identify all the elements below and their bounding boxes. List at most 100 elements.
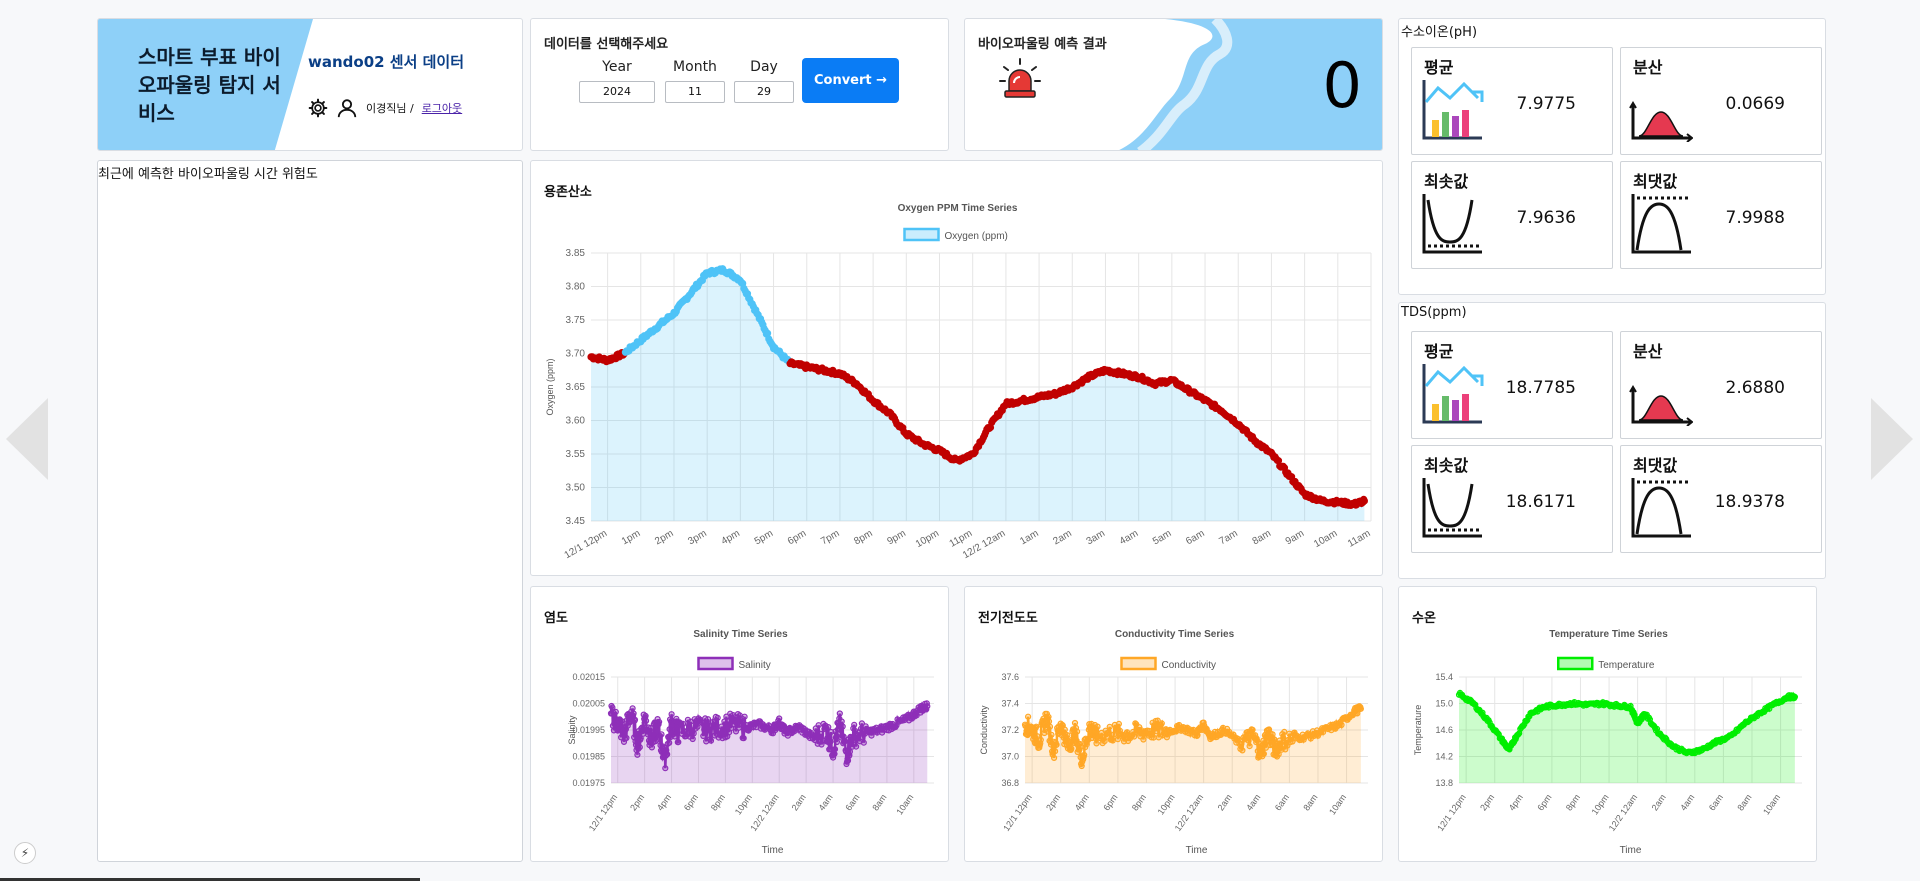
user-name: 이경직님 / <box>366 102 414 115</box>
data-point <box>648 744 656 751</box>
chart-title: Salinity Time Series <box>693 629 788 640</box>
data-point <box>764 329 772 337</box>
logout-link[interactable]: 로그아웃 <box>422 100 462 116</box>
x-tick-label: 9am <box>1284 528 1306 547</box>
chart-title: Oxygen PPM Time Series <box>898 203 1018 214</box>
data-point <box>1269 731 1276 738</box>
x-tick-label: 2am <box>1216 792 1234 812</box>
data-point <box>714 714 721 721</box>
x-tick-label: 8am <box>870 792 888 812</box>
x-tick-label: 10pm <box>1156 792 1177 816</box>
x-axis-label: Time <box>762 845 784 856</box>
x-tick-label: 5pm <box>753 528 775 547</box>
y-tick-label: 37.4 <box>1001 699 1019 709</box>
data-point <box>642 717 650 724</box>
x-tick-label: 12/1 12pm <box>587 792 620 833</box>
y-tick-label: 37.2 <box>1001 725 1019 735</box>
legend-label: Temperature <box>1598 660 1655 671</box>
prediction-title: 바이오파울링 예측 결과 <box>978 37 1107 52</box>
salinity-chart: Salinity Time Series Salinity 0.02015 0.020… <box>567 629 934 856</box>
data-point <box>710 722 717 729</box>
x-tick-label: 8am <box>1251 528 1273 547</box>
convert-button[interactable]: Convert → <box>802 58 899 103</box>
tds-title: TDS(ppm) <box>1401 305 1467 320</box>
data-point <box>1076 740 1084 748</box>
data-point <box>1071 719 1079 727</box>
day-input[interactable]: 29 <box>734 81 794 103</box>
ph-max-card: 최댓값 7.9988 <box>1620 161 1822 269</box>
oxygen-chart: Oxygen PPM Time Series Oxygen (ppm) 3.85 3.… <box>545 203 1373 561</box>
data-point <box>705 716 712 723</box>
x-tick-label: 2pm <box>628 792 646 812</box>
x-tick-label: 8pm <box>709 792 727 812</box>
x-tick-label: 5am <box>1151 528 1173 547</box>
data-point <box>1048 731 1055 738</box>
data-point <box>623 734 630 742</box>
y-tick-label: 36.8 <box>1001 778 1019 788</box>
legend-swatch <box>1120 656 1157 671</box>
date-select-card: 데이터를 선택해주세요 Year Month Day 2024 11 29 Co… <box>530 18 949 151</box>
sensor-data-title: wando02 센서 데이터 <box>308 53 465 71</box>
x-tick-label: 6pm <box>786 528 808 547</box>
data-point <box>1037 736 1044 743</box>
data-point <box>668 711 675 718</box>
x-tick-label: 1am <box>1018 528 1040 547</box>
y-tick-label: 0.02005 <box>572 699 605 709</box>
data-point <box>1153 728 1160 735</box>
data-point <box>1105 729 1112 736</box>
data-point <box>1338 721 1345 729</box>
data-point <box>1281 728 1288 735</box>
x-tick-label: 10am <box>1761 792 1782 816</box>
data-point <box>1791 693 1798 701</box>
x-tick-label: 4am <box>1678 792 1696 812</box>
y-tick-label: 15.0 <box>1435 699 1453 709</box>
x-tick-label: 1pm <box>620 528 642 547</box>
gear-icon[interactable] <box>308 98 328 118</box>
data-point <box>1106 723 1113 730</box>
lightning-icon[interactable]: ⚡ <box>14 842 36 864</box>
data-point <box>1081 751 1088 758</box>
data-point <box>857 725 864 732</box>
data-point <box>1051 748 1059 755</box>
y-tick-label: 3.45 <box>566 516 586 527</box>
x-tick-label: 4am <box>816 792 834 812</box>
tds-min-value: 18.6171 <box>1505 492 1576 512</box>
data-point <box>737 721 744 728</box>
min-curve-icon <box>1422 194 1482 254</box>
y-tick-label: 3.50 <box>566 483 586 494</box>
date-select-title: 데이터를 선택해주세요 <box>544 37 669 52</box>
data-point <box>1093 740 1100 747</box>
year-label: Year <box>602 59 632 75</box>
tds-mean-value: 18.7785 <box>1505 378 1576 398</box>
x-tick-label: 8am <box>1301 792 1319 812</box>
prev-arrow-icon[interactable] <box>6 398 48 480</box>
data-point <box>1068 745 1075 752</box>
next-arrow-icon[interactable] <box>1871 398 1913 480</box>
data-point <box>831 746 839 753</box>
year-input[interactable]: 2024 <box>579 81 655 103</box>
x-tick-label: 6pm <box>682 792 700 812</box>
data-point <box>634 751 641 758</box>
risk-card: 최근에 예측한 바이오파울링 시간 위험도 <box>97 160 523 862</box>
salinity-chart-card: 염도 Salinity Time Series Salinity 0.02015 0.… <box>530 586 949 862</box>
data-point <box>612 708 619 716</box>
x-axis-label: Time <box>1186 845 1208 856</box>
y-tick-label: 0.02015 <box>572 672 605 682</box>
legend-label: Conductivity <box>1162 660 1216 671</box>
x-tick-label: 6am <box>1707 792 1725 812</box>
data-point <box>1140 736 1147 743</box>
brand-card: 스마트 부표 바이오파울링 탐지 서비스 wando02 센서 데이터 이경직님… <box>97 18 523 151</box>
x-tick-label: 10pm <box>733 792 754 816</box>
x-tick-label: 9pm <box>885 528 907 547</box>
ph-min-card: 최솟값 7.9636 <box>1411 161 1613 269</box>
data-point <box>658 731 665 738</box>
user-icon[interactable] <box>336 97 358 119</box>
x-tick-label: 3pm <box>686 528 708 547</box>
data-point <box>662 765 669 772</box>
data-point <box>1109 737 1116 744</box>
data-point <box>1115 720 1122 727</box>
month-input[interactable]: 11 <box>665 81 725 103</box>
prediction-result: 0 <box>1322 49 1362 122</box>
x-tick-label: 4pm <box>720 528 742 547</box>
data-point <box>1150 734 1157 741</box>
